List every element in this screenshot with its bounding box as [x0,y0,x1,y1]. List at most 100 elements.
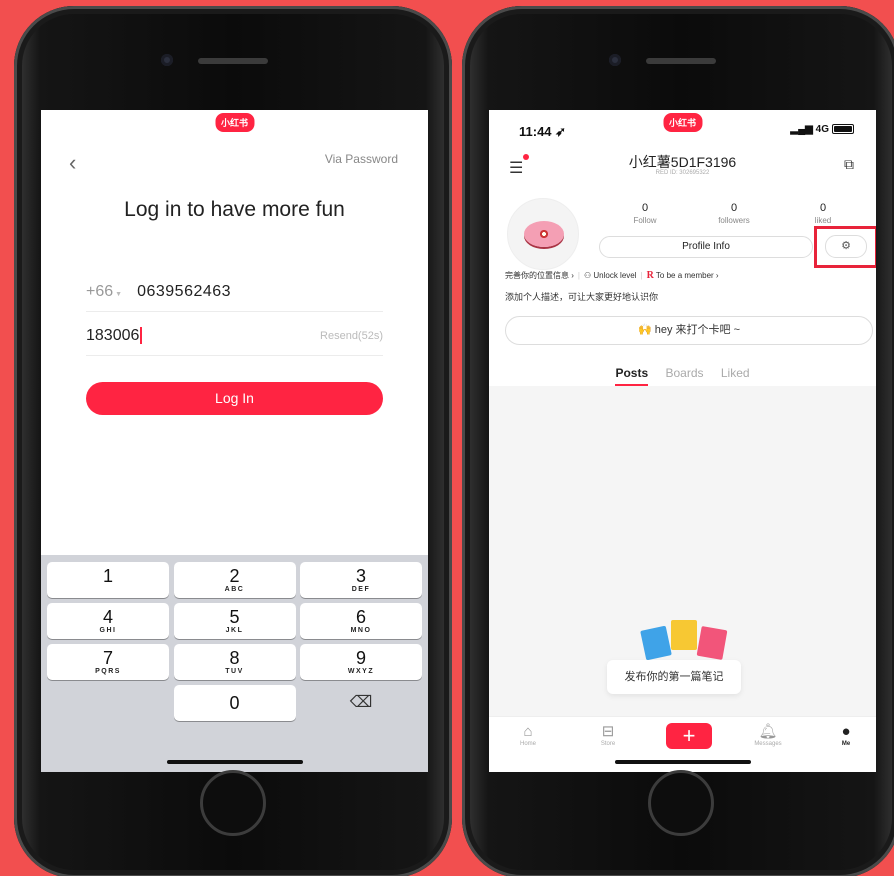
stat-followers[interactable]: 0 followers [704,202,764,225]
first-note-button[interactable]: 发布你的第一篇笔记 [607,660,741,694]
phone-frame-right: 小红书 11:44 ➶ ▂▄▆ 4G ☰ 小红薯5D1F3196 RED ID:… [462,6,894,876]
key-letters: PQRS [95,668,121,675]
tab-messages[interactable]: 🔔︎ Messages [743,723,793,747]
network-type: 4G [815,124,829,135]
tab-label: Store [600,741,616,747]
profile-info-button[interactable]: Profile Info [599,236,813,258]
key-7[interactable]: 7 PQRS [47,644,169,680]
bell-icon: 🔔︎ [758,723,778,740]
key-letters: DEF [351,586,371,593]
stat-value: 0 [730,202,738,214]
checkin-button[interactable]: 🙌 hey 来打个卡吧 ~ [505,316,873,345]
home-button[interactable] [200,770,266,836]
via-password-link[interactable]: Via Password [325,152,398,166]
avatar-disc-icon [524,221,564,247]
signal-bars-icon: ▂▄▆ [790,124,813,135]
bio-prompt[interactable]: 添加个人描述，可让大家更好地认识你 [505,290,658,303]
home-icon: ⌂ [523,723,533,740]
text-cursor [140,327,143,344]
front-camera [161,54,173,66]
signal-indicator: ▂▄▆ 4G [790,124,854,135]
create-post-button[interactable]: + [666,723,712,749]
key-1[interactable]: 1 [47,562,169,598]
backspace-icon[interactable]: ⌫ [300,685,422,721]
country-code-selector[interactable]: +66 ▼ [86,283,122,301]
location-prompt[interactable]: 完善你的位置信息 › [505,271,574,280]
username: 小红薯5D1F3196 [628,154,737,170]
phone-frame-left: 小红书 ‹ Via Password Log in to have more f… [14,6,452,876]
stat-liked[interactable]: 0 liked [793,202,853,225]
tab-home[interactable]: ⌂ Home [503,723,553,747]
caret-down-icon: ▼ [115,290,123,298]
avatar[interactable] [507,198,579,270]
key-8[interactable]: 8 TUV [173,644,296,680]
stat-label: followers [718,216,750,225]
profile-prompts: 完善你的位置信息 › | ⚇ Unlock level | R To be a memb… [505,270,719,281]
member-link[interactable]: To be a member › [656,271,719,280]
key-5[interactable]: 5 JKL [173,603,296,639]
key-letters: WXYZ [347,668,375,675]
photos-illustration-icon [639,620,731,661]
key-number: 1 [102,566,113,586]
profile-screen: 小红书 11:44 ➶ ▂▄▆ 4G ☰ 小红薯5D1F3196 RED ID:… [489,110,876,772]
phone-field[interactable]: +66 ▼ 0639562463 [86,272,383,312]
location-arrow-icon: ➶ [555,124,567,139]
stat-label: liked [814,216,832,225]
key-number: 8 [229,648,240,668]
key-6[interactable]: 6 MNO [300,603,422,639]
key-4[interactable]: 4 GHI [47,603,169,639]
status-bar: 11:44 ➶ ▂▄▆ 4G [489,124,876,142]
key-number: 5 [229,607,240,627]
store-icon: ⊟ [601,723,615,740]
stat-value: 0 [819,202,827,214]
plus-icon: + [682,723,696,748]
settings-highlight: ⚙ [814,226,876,268]
key-0[interactable]: 0 [173,685,296,721]
tab-store[interactable]: ⊟ Store [583,723,633,747]
home-indicator [614,760,751,764]
front-camera [609,54,621,66]
gear-icon[interactable]: ⚙ [825,235,867,258]
key-9[interactable]: 9 WXYZ [300,644,422,680]
posts-empty-area: 发布你的第一篇笔记 [489,386,876,716]
unlock-level-link[interactable]: Unlock level [593,271,636,280]
profile-tabs: Posts Boards Liked [489,366,876,386]
keypad-row: 1 2 ABC 3 DEF [47,562,422,598]
key-letters: TUV [225,668,244,675]
stat-follow[interactable]: 0 Follow [615,202,675,225]
stat-value: 0 [641,202,649,214]
tab-label: Home [519,741,536,747]
tab-liked[interactable]: Liked [721,366,750,384]
tab-label: Messages [754,741,782,747]
key-number: 7 [102,648,113,668]
login-button[interactable]: Log In [86,382,383,415]
code-field[interactable]: 183006 Resend(52s) [86,316,383,356]
key-letters: MNO [350,627,372,634]
red-id: RED ID: 302695322 [655,170,710,176]
resend-button[interactable]: Resend(52s) [320,330,383,342]
phone-number: 0639562463 [137,282,232,300]
key-number: 6 [355,607,366,627]
share-icon[interactable]: ⧉ [844,156,854,173]
key-letters: ABC [224,586,245,593]
keypad-row: 4 GHI 5 JKL 6 MNO [47,603,422,639]
home-button[interactable] [648,770,714,836]
keypad-row: 7 PQRS 8 TUV 9 WXYZ [47,644,422,680]
chevron-left-icon[interactable]: ‹ [69,150,76,176]
key-3[interactable]: 3 DEF [300,562,422,598]
key-number: 4 [102,607,113,627]
key-number: 3 [355,566,366,586]
key-blank [47,685,169,721]
numeric-keypad: 1 2 ABC 3 DEF 4 GHI 5 JKL 6 MNO 7 PQRS 8 TUV 9W… [41,555,428,772]
level-icon: ⚇ [583,271,594,280]
tab-me[interactable]: ● Me [821,723,871,747]
key-letters: GHI [99,627,117,634]
country-code: +66 [86,282,114,300]
stat-label: Follow [633,216,657,225]
key-number: 9 [355,648,366,668]
earpiece-speaker [646,58,716,64]
key-2[interactable]: 2 ABC [173,562,296,598]
tab-posts[interactable]: Posts [615,366,649,386]
login-title: Log in to have more fun [124,198,345,221]
tab-boards[interactable]: Boards [665,366,703,384]
